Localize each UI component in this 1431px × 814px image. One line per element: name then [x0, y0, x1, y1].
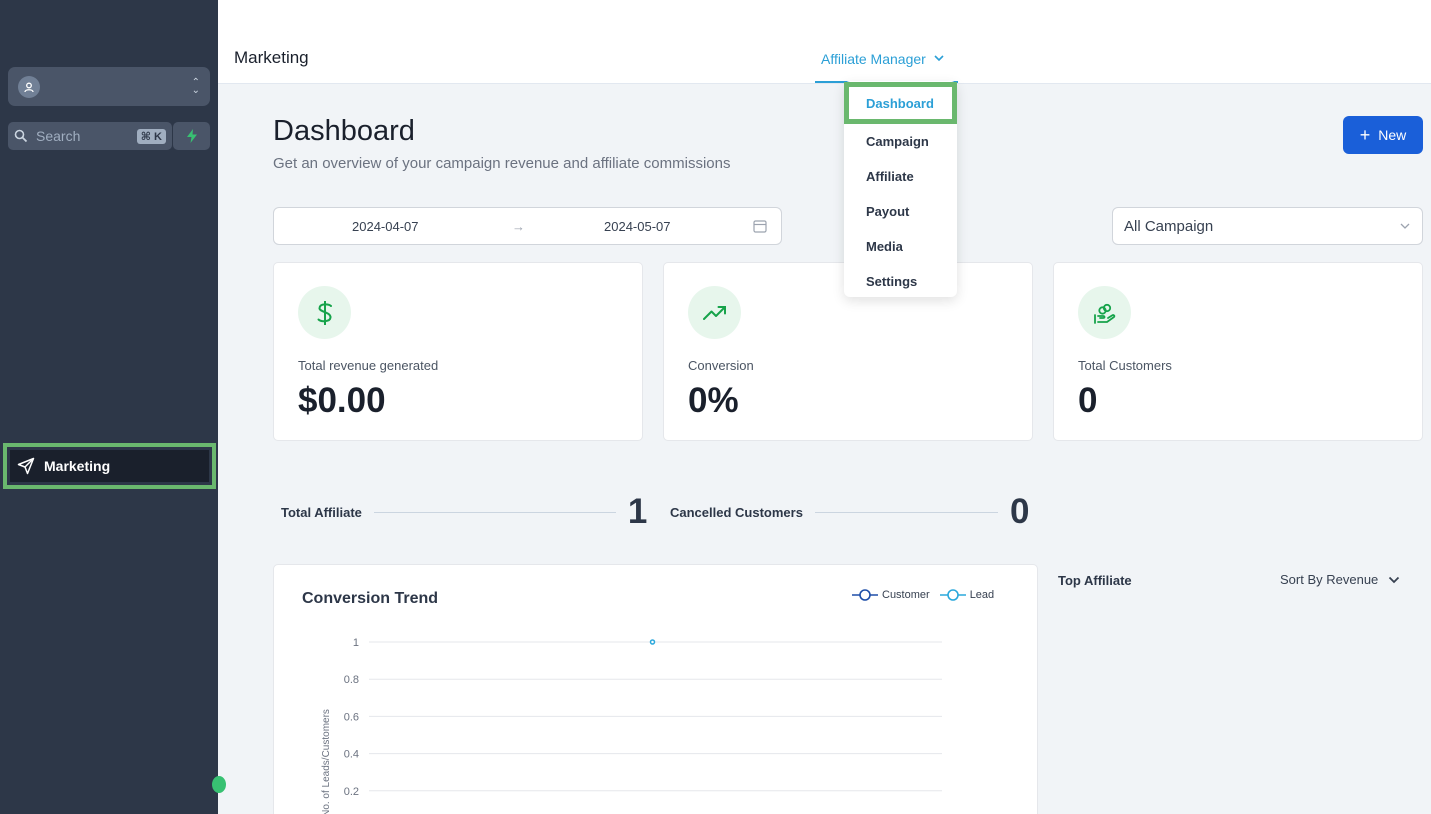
y-tick-label: 1 [353, 637, 359, 649]
dropdown-item-dashboard[interactable]: Dashboard [844, 82, 957, 124]
affiliate-manager-dropdown: Dashboard Campaign Affiliate Payout Media Set… [844, 81, 957, 297]
campaign-select-value: All Campaign [1124, 217, 1214, 235]
plus-icon: + [1359, 125, 1371, 145]
date-range-picker[interactable]: 2024-04-07 → 2024-05-07 [273, 207, 782, 245]
conversion-trend-chart: 1 0.8 0.6 0.4 0.2 No. of Leads/Customers [321, 637, 942, 814]
y-tick-label: 0.4 [344, 749, 359, 761]
divider [373, 511, 616, 513]
workspace-switcher[interactable]: ⌃ ⌄ [8, 67, 210, 106]
dropdown-item-media[interactable]: Media [844, 229, 957, 264]
menu-label: Affiliate Manager [821, 51, 926, 67]
chevron-down-icon [934, 55, 944, 62]
sort-dropdown[interactable]: Sort By Revenue [1280, 572, 1400, 587]
dropdown-item-settings[interactable]: Settings [844, 264, 957, 299]
dropdown-item-payout[interactable]: Payout [844, 194, 957, 229]
conversion-trend-card: Conversion Trend Customer Lead 1 0.8 0.6 0.… [273, 564, 1038, 814]
top-affiliate-title: Top Affiliate [1058, 573, 1132, 588]
end-date[interactable]: 2024-05-07 [604, 219, 671, 234]
top-header: Marketing Affiliate Manager [218, 0, 1431, 84]
y-tick-label: 0.2 [344, 786, 359, 798]
stat-label: Cancelled Customers [670, 504, 803, 520]
page-subtitle: Get an overview of your campaign revenue… [273, 155, 731, 172]
y-axis-label: No. of Leads/Customers [321, 709, 332, 814]
page-title: Dashboard [273, 115, 415, 147]
data-point-lead[interactable] [649, 639, 656, 645]
card-value: $0.00 [298, 381, 386, 420]
chevron-updown-icon: ⌃ ⌄ [191, 76, 200, 96]
search-shortcut: ⌘ K [136, 128, 166, 144]
search-placeholder: Search [36, 128, 81, 144]
chevron-down-icon [1400, 223, 1410, 229]
hand-coins-icon [1078, 286, 1131, 339]
chevron-down-icon [1389, 576, 1400, 583]
dropdown-item-affiliate[interactable]: Affiliate [844, 159, 957, 194]
sort-label: Sort By Revenue [1280, 572, 1379, 587]
customers-card: Total Customers 0 [1053, 262, 1423, 441]
calendar-icon [753, 220, 767, 233]
quick-action-button[interactable] [173, 122, 210, 150]
trending-up-icon [688, 286, 741, 339]
search-input[interactable]: Search ⌘ K [8, 122, 172, 150]
stat-value: 0 [1009, 492, 1030, 531]
dropdown-item-campaign[interactable]: Campaign [844, 124, 957, 159]
divider [814, 511, 998, 513]
card-label: Conversion [688, 358, 754, 373]
card-label: Total Customers [1078, 358, 1172, 373]
card-value: 0 [1078, 381, 1098, 420]
search-icon [14, 129, 28, 143]
start-date[interactable]: 2024-04-07 [352, 219, 419, 234]
new-button-label: New [1378, 127, 1407, 143]
y-tick-label: 0.8 [344, 674, 359, 686]
send-icon [17, 457, 35, 475]
campaign-select[interactable]: All Campaign [1112, 207, 1423, 245]
stat-value: 1 [627, 492, 648, 531]
module-title: Marketing [234, 48, 309, 67]
card-value: 0% [688, 381, 739, 420]
cancelled-customers-stat: Cancelled Customers 0 [670, 492, 1030, 531]
sidebar: ⌃ ⌄ Search ⌘ K Marketing [0, 0, 226, 814]
collapse-handle[interactable] [212, 776, 226, 793]
y-tick-label: 0.6 [344, 711, 359, 723]
bolt-icon [186, 129, 197, 143]
total-affiliate-stat: Total Affiliate 1 [281, 492, 648, 531]
sidebar-item-label: Marketing [44, 458, 111, 474]
user-avatar-icon [18, 75, 40, 98]
dollar-icon [298, 286, 351, 339]
stat-label: Total Affiliate [281, 504, 362, 520]
arrow-right-icon: → [512, 218, 525, 234]
new-button[interactable]: + New [1343, 116, 1423, 154]
card-label: Total revenue generated [298, 358, 439, 373]
sidebar-item-marketing[interactable]: Marketing [3, 443, 216, 489]
revenue-card: Total revenue generated $0.00 [273, 262, 643, 441]
affiliate-manager-menu[interactable]: Affiliate Manager [815, 51, 958, 83]
